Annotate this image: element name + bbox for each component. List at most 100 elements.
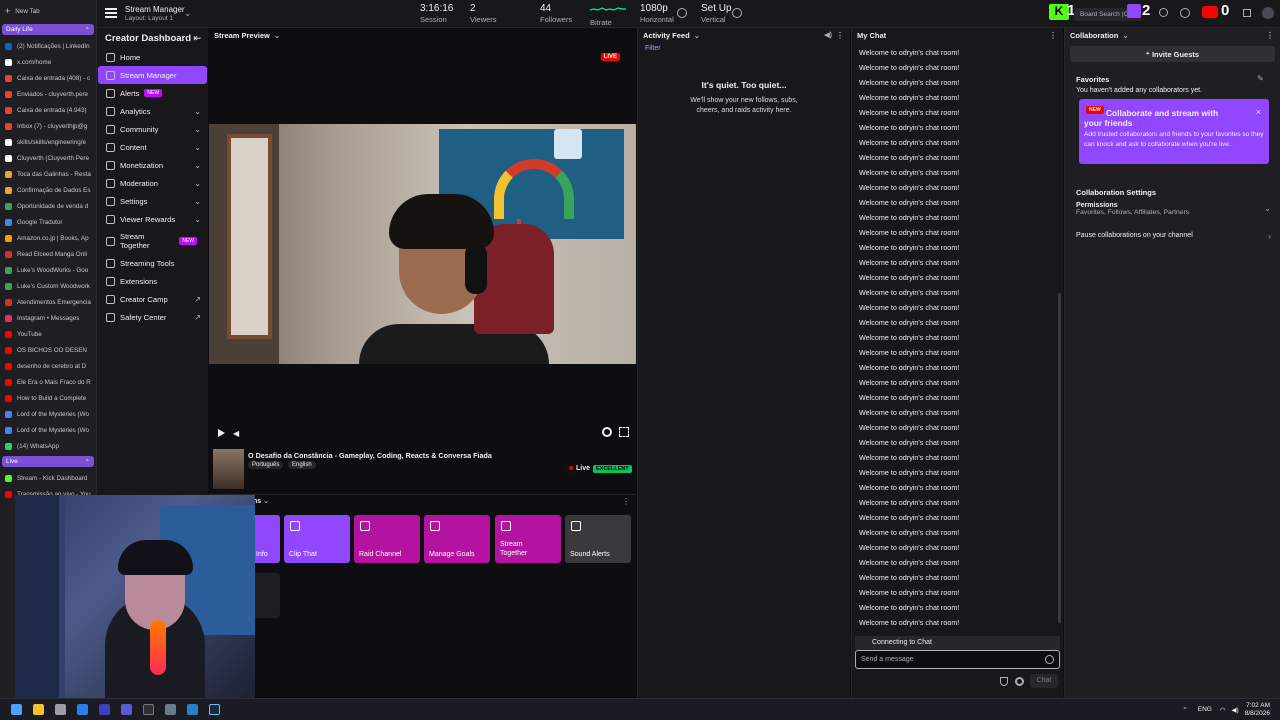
- nav-item-community[interactable]: Community ⌄: [98, 120, 207, 138]
- info-icon[interactable]: [677, 8, 687, 18]
- chat-scrollbar[interactable]: [1058, 293, 1061, 623]
- browser-tab[interactable]: Lord of the Mysteries (Wo: [0, 406, 96, 422]
- invite-guests-button[interactable]: ⁺ Invite Guests: [1070, 46, 1275, 62]
- browser-tab[interactable]: x.com/home: [0, 54, 96, 70]
- emoji-icon[interactable]: [1045, 655, 1054, 664]
- pause-collab-row[interactable]: Pause collaborations on your channel ›: [1076, 232, 1275, 241]
- quick-action-sound-alerts[interactable]: Sound Alerts: [565, 515, 631, 563]
- file-explorer-icon[interactable]: [33, 704, 44, 715]
- nav-item-content[interactable]: Content ⌄: [98, 138, 207, 156]
- edge-icon[interactable]: [77, 704, 88, 715]
- nav-item-monetization[interactable]: Monetization ⌄: [98, 156, 207, 174]
- more-icon[interactable]: ⋮: [1266, 31, 1274, 40]
- tag-portuguese[interactable]: Português: [248, 461, 284, 469]
- gear-icon[interactable]: [602, 427, 612, 437]
- browser-tab[interactable]: (2) Notificações | LinkedIn: [0, 38, 96, 54]
- browser-tab[interactable]: Caixa de entrada (4.943): [0, 102, 96, 118]
- stream-thumbnail[interactable]: [213, 449, 244, 489]
- collapse-icon[interactable]: ⇤: [193, 33, 201, 44]
- browser-tab[interactable]: Google Tradutor: [0, 214, 96, 230]
- terminal-icon[interactable]: [143, 704, 154, 715]
- chevron-up-icon[interactable]: ⌃: [1182, 706, 1187, 714]
- browser-tab[interactable]: Amazon.co.jp | Books, Ap: [0, 230, 96, 246]
- tab-group-live[interactable]: Live ⌃: [2, 456, 94, 467]
- browser-tab[interactable]: Confirmação de Dados Es: [0, 182, 96, 198]
- square-icon[interactable]: [1243, 9, 1251, 17]
- browser-tab[interactable]: Luke's Custom Woodwork: [0, 278, 96, 294]
- nav-item-viewer-rewards[interactable]: Viewer Rewards ⌄: [98, 210, 207, 228]
- nav-item-stream-manager[interactable]: Stream Manager: [98, 66, 207, 84]
- avatar[interactable]: [1262, 7, 1274, 19]
- quick-action-info[interactable]: Info: [254, 515, 280, 563]
- more-icon[interactable]: ⋮: [836, 31, 844, 40]
- more-icon[interactable]: ⋮: [622, 497, 630, 506]
- chevron-down-icon[interactable]: ⌄: [274, 31, 280, 40]
- app-icon[interactable]: [121, 704, 132, 715]
- shield-app-icon[interactable]: [99, 704, 110, 715]
- permissions-row[interactable]: Permissions Favorites, Follows, Affiliat…: [1076, 202, 1275, 224]
- nav-item-alerts[interactable]: Alerts NEW: [98, 84, 207, 102]
- browser-tab[interactable]: desenho de cerebro at D: [0, 358, 96, 374]
- nav-item-safety-center[interactable]: Safety Center ↗: [98, 308, 207, 326]
- browser-tab[interactable]: Instagram • Messages: [0, 310, 96, 326]
- wifi-icon[interactable]: ◠: [1220, 706, 1226, 714]
- browser-tab[interactable]: Ele Era o Mais Fraco do R: [0, 374, 96, 390]
- fullscreen-icon[interactable]: [619, 427, 629, 437]
- edit-icon[interactable]: ✎: [1257, 74, 1264, 83]
- browser-tab[interactable]: Atendimentos Emergencia: [0, 294, 96, 310]
- quick-action-raid-channel[interactable]: Raid Channel: [354, 515, 420, 563]
- browser-tab[interactable]: OS BICHOS OO DESEN: [0, 342, 96, 358]
- browser-tab[interactable]: Toca das Galinhas - Resta: [0, 166, 96, 182]
- chat-send-button[interactable]: Chat: [1030, 674, 1058, 688]
- windows-start-icon[interactable]: [11, 704, 22, 715]
- language-indicator[interactable]: ENG: [1198, 706, 1212, 713]
- new-tab-button[interactable]: + New Tab: [0, 0, 96, 22]
- nav-item-stream-together[interactable]: Stream Together NEW: [98, 228, 207, 254]
- browser-tab[interactable]: (14) WhatsApp: [0, 438, 96, 454]
- chat-input[interactable]: Send a message: [855, 650, 1060, 669]
- vertical-stat[interactable]: Set Up Vertical: [701, 4, 732, 25]
- close-icon[interactable]: ×: [1256, 107, 1261, 117]
- nav-item-settings[interactable]: Settings ⌄: [98, 192, 207, 210]
- nav-item-extensions[interactable]: Extensions: [98, 272, 207, 290]
- browser-tab[interactable]: Cluyverth (Cluyverth Pere: [0, 150, 96, 166]
- twitch-logo-icon[interactable]: [1127, 4, 1141, 18]
- horizontal-stat[interactable]: 1080p Horizontal: [640, 4, 674, 25]
- shield-icon[interactable]: [1000, 677, 1008, 686]
- chevron-down-icon[interactable]: ⌄: [184, 8, 192, 19]
- app-icon[interactable]: [187, 704, 198, 715]
- browser-tab[interactable]: Read Elceed Manga Onli: [0, 246, 96, 262]
- nav-item-creator-camp[interactable]: Creator Camp ↗: [98, 290, 207, 308]
- layout-selector[interactable]: Layout: Layout 1: [125, 15, 173, 22]
- chevron-down-icon[interactable]: ⌄: [694, 31, 700, 40]
- nav-item-moderation[interactable]: Moderation ⌄: [98, 174, 207, 192]
- app-icon[interactable]: [55, 704, 66, 715]
- volume-icon[interactable]: ◀): [1232, 706, 1239, 714]
- mute-icon[interactable]: ◀): [824, 31, 832, 39]
- more-icon[interactable]: ⋮: [1049, 31, 1057, 40]
- menu-icon[interactable]: [105, 8, 117, 18]
- quick-action-clip-that[interactable]: Clip That: [284, 515, 350, 563]
- quick-action-stream-together[interactable]: Stream Together: [495, 515, 561, 563]
- help-icon[interactable]: [1180, 8, 1190, 18]
- nav-item-home[interactable]: Home: [98, 48, 207, 66]
- filter-link[interactable]: Filter: [645, 45, 661, 52]
- chevron-down-icon[interactable]: ⌄: [1122, 31, 1128, 40]
- volume-icon[interactable]: ◀: [233, 429, 239, 438]
- browser-tab[interactable]: Oportunidade de venda d: [0, 198, 96, 214]
- browser-tab[interactable]: Stream - Kick Dashboard: [0, 470, 96, 486]
- nav-item-analytics[interactable]: Analytics ⌄: [98, 102, 207, 120]
- browser-tab[interactable]: Lord of the Mysteries (Wo: [0, 422, 96, 438]
- chevron-down-icon[interactable]: ⌄: [263, 498, 269, 505]
- app-icon[interactable]: [165, 704, 176, 715]
- browser-tab[interactable]: Caixa de entrada (408) - c: [0, 70, 96, 86]
- browser-tab[interactable]: Enviados - cluyverth.pere: [0, 86, 96, 102]
- info-icon[interactable]: [732, 8, 742, 18]
- youtube-logo-icon[interactable]: [1202, 6, 1218, 18]
- nav-item-streaming-tools[interactable]: Streaming Tools: [98, 254, 207, 272]
- tab-group-daily[interactable]: Daily Life ⌃: [2, 24, 94, 35]
- clock[interactable]: 7:02 AM 8/8/2026: [1245, 702, 1270, 718]
- play-icon[interactable]: [218, 429, 225, 437]
- kick-logo-icon[interactable]: K: [1049, 4, 1069, 20]
- browser-tab[interactable]: YouTube: [0, 326, 96, 342]
